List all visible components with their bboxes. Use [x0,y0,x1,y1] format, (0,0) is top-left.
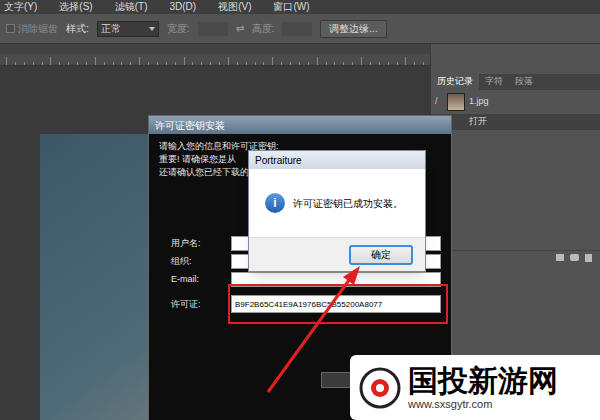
width-input[interactable] [198,22,228,36]
message-title-bar: Portraiture [249,151,425,169]
refine-edge-button[interactable]: 调整边缘... [320,20,386,38]
history-item[interactable]: 打开 [431,114,600,130]
menu-item[interactable]: 滤镜(T) [115,2,148,12]
panel-footer [431,250,600,264]
message-text: 许可证密钥已成功安装。 [293,196,403,211]
watermark-name: 国投新游网 [408,364,558,398]
panel-tab[interactable]: 段落 [509,74,539,90]
info-icon: i [265,193,285,213]
watermark: 国投新游网www.sxsgytr.com [350,355,600,420]
style-select[interactable]: 正常 [97,21,159,37]
camera-icon[interactable] [570,254,579,261]
highlight-box [228,284,448,324]
panel-tab[interactable]: 历史记录 [431,74,479,90]
height-label: 高度: [252,21,275,36]
width-label: 宽度: [167,21,190,36]
field-label: 许可证: [159,298,231,311]
menu-item[interactable]: 选择(S) [59,2,92,12]
brush-icon: / [435,95,443,109]
ruler [0,54,430,66]
watermark-logo-icon [358,366,402,410]
history-list: /1.jpg打开 [431,90,600,130]
menu-item[interactable]: 视图(V) [218,2,251,12]
ok-button[interactable]: 确定 [349,245,413,265]
anti-alias-option[interactable]: 消除锯齿 [6,21,58,36]
field-label: 用户名: [159,237,231,250]
panel-tab[interactable]: 字符 [479,74,509,90]
panel-tabs: 历史记录字符段落 [431,74,600,90]
message-button-bar: 确定 [249,237,425,271]
menu-bar: 文字(Y) 选择(S) 滤镜(T) 3D(D) 视图(V) 窗口(W) [0,0,600,14]
dropdown-icon [149,27,155,31]
checkbox[interactable] [6,24,15,33]
menu-item[interactable]: 3D(D) [169,2,196,12]
menu-item[interactable]: 文字(Y) [4,2,37,12]
thumbnail-icon [447,93,465,111]
field-label: 组织: [159,255,231,268]
dialog-title-bar: 许可证密钥安装 [149,116,451,134]
watermark-url: www.sxsgytr.com [408,398,558,411]
style-label: 样式: [66,21,89,36]
photoshop-screen: 文字(Y) 选择(S) 滤镜(T) 3D(D) 视图(V) 窗口(W) 消除锯齿样式: 正常宽… [0,0,600,420]
field-label: E-mail: [159,273,231,286]
trash-icon[interactable] [585,254,592,262]
swap-button[interactable]: ⇄ [236,21,244,36]
history-item[interactable]: /1.jpg [431,90,600,114]
new-document-icon[interactable] [556,254,564,261]
field-input[interactable]: B9F2B65C41E9A1976BC5B55200A8077 [231,295,441,313]
options-bar: 消除锯齿样式: 正常宽度: ⇄ 高度: 调整边缘... [0,14,600,44]
message-box: Portraiture i 许可证密钥已成功安装。确定 [248,150,426,272]
document-tab-row [0,44,430,54]
form-row: 许可证:B9F2B65C41E9A1976BC5B55200A8077 [159,294,441,314]
menu-item[interactable]: 窗口(W) [273,2,309,12]
height-input[interactable] [282,22,312,36]
